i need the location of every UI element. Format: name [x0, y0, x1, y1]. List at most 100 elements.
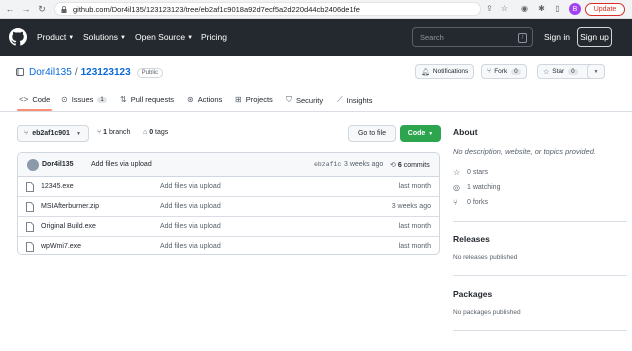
file-commit-message[interactable]: Add files via upload: [160, 183, 221, 190]
chevron-down-icon: ▼: [119, 35, 126, 41]
sidepanel-icon[interactable]: ▯: [553, 4, 562, 13]
file-browser: Dor4il135 Add files via upload ebzaf1c 3…: [17, 152, 440, 255]
file-commit-message[interactable]: Add files via upload: [160, 223, 221, 230]
divider: [453, 330, 627, 331]
releases-heading[interactable]: Releases: [453, 234, 490, 244]
tab-code[interactable]: <> Code: [19, 95, 50, 104]
commits-count: 6: [397, 162, 402, 169]
share-icon[interactable]: ⇪: [485, 4, 494, 13]
packages-subtext: No packages published: [453, 309, 521, 316]
file-icon: [26, 182, 34, 192]
branch-name: eb2af1c901: [32, 130, 70, 137]
active-tab-indicator: [17, 109, 52, 111]
notifications-button[interactable]: 🔔︎ Notifications: [415, 64, 475, 79]
commit-sha[interactable]: ebzaf1c: [314, 161, 341, 168]
tab-pull-requests[interactable]: ⇅ Pull requests: [120, 95, 174, 104]
table-row[interactable]: MSIAfterburner.zip Add files via upload …: [18, 197, 439, 217]
stars-link[interactable]: ☆ 0 stars: [453, 168, 488, 177]
branch-selector[interactable]: ⑂ eb2af1c901 ▼: [17, 125, 89, 142]
eye-icon: ◎: [453, 183, 460, 192]
commit-message[interactable]: Add files via upload: [91, 161, 152, 168]
tab-pull-requests-label: Pull requests: [130, 95, 175, 104]
forks-text: 0 forks: [467, 199, 489, 206]
commit-author[interactable]: Dor4il135: [42, 161, 74, 168]
tab-projects[interactable]: ⊞ Projects: [235, 95, 273, 104]
repo-owner-link[interactable]: Dor4il135: [29, 67, 72, 78]
extensions-puzzle-icon[interactable]: ✱: [537, 4, 546, 13]
nav-pricing-label: Pricing: [201, 32, 227, 42]
file-commit-message[interactable]: Add files via upload: [160, 243, 221, 250]
code-icon: <>: [19, 95, 29, 104]
github-header: Product ▼ Solutions ▼ Open Source ▼ Pricing…: [0, 19, 632, 56]
file-name-link[interactable]: MSIAfterburner.zip: [41, 203, 99, 210]
repo-name-link[interactable]: 123123123: [81, 67, 131, 78]
branches-link[interactable]: ⑂ 1 branch: [97, 129, 130, 136]
go-to-file-button[interactable]: Go to file: [348, 125, 396, 142]
back-icon[interactable]: ←: [4, 3, 16, 15]
repo-separator: /: [74, 67, 78, 78]
file-commit-time: last month: [398, 243, 431, 250]
file-commit-time: last month: [398, 223, 431, 230]
sign-up-button[interactable]: Sign up: [577, 27, 612, 47]
file-name-link[interactable]: Original Build.exe: [41, 223, 96, 230]
extension-eyes-icon[interactable]: ◉: [520, 4, 529, 13]
table-row[interactable]: wpWmi7.exe Add files via upload last mon…: [18, 237, 439, 254]
tab-security[interactable]: ⛉ Security: [286, 95, 323, 105]
tab-actions[interactable]: ⊛ Actions: [187, 95, 222, 104]
star-label: Star: [552, 68, 565, 75]
table-row[interactable]: 12345.exe Add files via upload last mont…: [18, 177, 439, 197]
tags-link[interactable]: ⌂ 0 tags: [143, 129, 168, 136]
tab-insights[interactable]: ⟋ Insights: [337, 95, 372, 105]
nav-product[interactable]: Product ▼: [37, 32, 74, 42]
bookmark-star-icon[interactable]: ☆: [500, 4, 509, 13]
nav-open-source[interactable]: Open Source ▼: [135, 32, 193, 42]
table-icon: ⊞: [235, 95, 242, 104]
forward-icon[interactable]: →: [20, 3, 32, 15]
play-circle-icon: ⊛: [187, 95, 194, 104]
avatar[interactable]: [27, 159, 39, 171]
chevron-down-icon: ▼: [75, 130, 81, 137]
update-button[interactable]: Update: [585, 3, 625, 16]
profile-avatar[interactable]: B: [569, 3, 581, 15]
star-icon: ☆: [453, 168, 461, 177]
address-bar[interactable]: github.com/Dor4il135/123123123/tree/eb2a…: [54, 2, 481, 16]
lock-icon: [61, 6, 67, 13]
tab-insights-label: Insights: [346, 95, 373, 105]
chevron-down-icon: ▼: [593, 68, 599, 75]
latest-commit-bar: Dor4il135 Add files via upload ebzaf1c 3…: [18, 153, 439, 177]
issue-circle-icon: ⊙: [61, 95, 68, 104]
notifications-label: Notifications: [432, 68, 469, 75]
tab-projects-label: Projects: [245, 95, 273, 104]
file-name-link[interactable]: 12345.exe: [41, 183, 74, 190]
commits-link[interactable]: ⟲ 6 commits: [390, 161, 430, 169]
forks-link[interactable]: ⑂ 0 forks: [453, 198, 488, 207]
file-commit-message[interactable]: Add files via upload: [160, 203, 221, 210]
chevron-down-icon: ▼: [68, 35, 75, 41]
github-logo-icon[interactable]: [9, 28, 27, 46]
table-row[interactable]: Original Build.exe Add files via upload …: [18, 217, 439, 237]
graph-icon: ⟋: [337, 95, 343, 104]
watching-text: 1 watching: [467, 184, 501, 191]
divider: [453, 275, 627, 276]
fork-button[interactable]: ⑂ Fork 0: [481, 64, 527, 79]
reload-icon[interactable]: ↻: [36, 3, 48, 15]
tab-issues[interactable]: ⊙ Issues 1: [61, 95, 107, 104]
code-dropdown-button[interactable]: Code ▼: [400, 125, 441, 142]
nav-pricing[interactable]: Pricing: [201, 32, 227, 42]
file-name-link[interactable]: wpWmi7.exe: [41, 243, 81, 250]
repo-icon: [16, 68, 24, 76]
file-icon: [26, 222, 34, 232]
watching-link[interactable]: ◎ 1 watching: [453, 183, 500, 192]
search-input[interactable]: Search /: [412, 27, 533, 47]
releases-subtext: No releases published: [453, 254, 518, 261]
about-heading: About: [453, 127, 478, 137]
nav-solutions[interactable]: Solutions ▼: [83, 32, 126, 42]
sign-in-link[interactable]: Sign in: [544, 32, 570, 42]
visibility-badge: Public: [136, 67, 163, 78]
nav-product-label: Product: [37, 32, 67, 42]
star-button[interactable]: ☆ Star 0: [537, 64, 595, 79]
packages-heading[interactable]: Packages: [453, 289, 492, 299]
tab-actions-label: Actions: [197, 95, 223, 104]
star-dropdown-button[interactable]: ▼: [587, 64, 605, 79]
file-commit-time: last month: [398, 183, 431, 190]
